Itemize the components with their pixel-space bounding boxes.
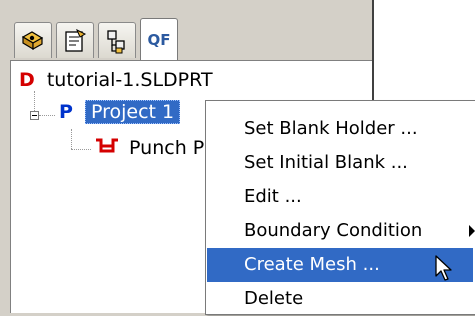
- mouse-pointer-icon: [435, 255, 453, 287]
- tab-qf-label: QF: [147, 30, 171, 49]
- tree-item-punch-label: Punch P: [129, 137, 205, 159]
- menu-item-edit[interactable]: Edit ...: [207, 180, 473, 214]
- feature-manager-icon: [20, 29, 46, 53]
- tree-item-root[interactable]: D tutorial-1.SLDPRT: [19, 69, 213, 91]
- tree-item-punch[interactable]: Punch P: [95, 137, 204, 160]
- tree-connector: [34, 91, 35, 111]
- menu-item-label: Edit ...: [244, 186, 302, 207]
- tree-item-project[interactable]: P Project 1: [59, 100, 181, 124]
- tab-configuration-manager[interactable]: [98, 22, 136, 58]
- menu-item-label: Delete: [244, 288, 304, 309]
- tree-connector: [39, 115, 55, 116]
- menu-item-delete[interactable]: Delete: [207, 282, 473, 316]
- tab-qf[interactable]: QF: [140, 18, 178, 60]
- tree-connector: [71, 149, 91, 150]
- project-icon: P: [59, 101, 73, 123]
- menu-item-label: Set Initial Blank ...: [244, 152, 408, 173]
- menu-item-create-mesh[interactable]: Create Mesh ...: [207, 248, 473, 282]
- submenu-arrow-icon: [469, 225, 475, 237]
- collapse-toggle[interactable]: [30, 111, 39, 120]
- menu-item-set-initial-blank[interactable]: Set Initial Blank ...: [207, 146, 473, 180]
- tree-item-root-label: tutorial-1.SLDPRT: [46, 69, 213, 91]
- menu-item-label: Boundary Condition: [244, 220, 423, 241]
- menu-item-boundary-condition[interactable]: Boundary Condition: [207, 214, 475, 248]
- tab-feature-manager[interactable]: [14, 22, 52, 58]
- punch-icon: [95, 137, 119, 160]
- configuration-manager-icon: [104, 28, 130, 54]
- part-icon: D: [19, 69, 35, 91]
- tree-connector: [71, 129, 72, 149]
- tab-property-manager[interactable]: [56, 22, 94, 58]
- tree-item-project-label: Project 1: [84, 100, 181, 124]
- property-manager-icon: [62, 28, 88, 54]
- manager-tab-bar: QF: [14, 16, 244, 60]
- menu-item-label: Create Mesh ...: [244, 254, 380, 275]
- menu-item-set-blank-holder[interactable]: Set Blank Holder ...: [207, 112, 473, 146]
- menu-item-label: Set Blank Holder ...: [244, 118, 418, 139]
